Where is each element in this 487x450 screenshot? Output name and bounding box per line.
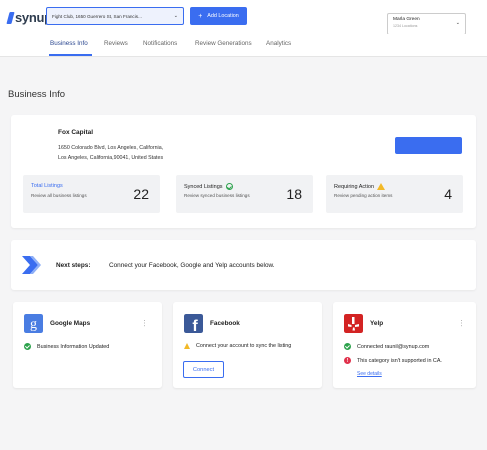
business-action-button[interactable] xyxy=(395,137,462,154)
warning-icon xyxy=(377,183,386,190)
more-options-icon[interactable]: ··· xyxy=(140,319,149,327)
tab-business-info[interactable]: Business Info xyxy=(50,40,88,47)
stat-value: 22 xyxy=(133,186,149,202)
source-name: Google Maps xyxy=(50,320,91,327)
stat-title: Synced Listings xyxy=(184,183,233,190)
stat-value: 4 xyxy=(444,186,452,202)
next-steps-arrow-icon xyxy=(22,256,41,274)
source-name: Facebook xyxy=(210,320,240,327)
connect-button[interactable]: Connect xyxy=(183,361,224,378)
see-details-link[interactable]: See details xyxy=(357,371,382,377)
status-row: Business Information Updated xyxy=(24,343,109,350)
business-name: Fox Capital xyxy=(58,129,94,136)
status-text: This category isn't supported in CA. xyxy=(357,357,442,364)
add-location-label: Add Location xyxy=(207,13,239,19)
status-row: Connect your account to sync the listing xyxy=(184,343,291,349)
add-location-button[interactable]: + Add Location xyxy=(190,7,247,25)
location-select-value: Fight Club, 1650 Guerrero St, San Franci… xyxy=(52,13,142,19)
status-text: Business Information Updated xyxy=(37,343,110,350)
yelp-card: Yelp ··· Connected raunil@synup.com ! Th… xyxy=(333,302,476,388)
stat-total-listings[interactable]: Total Listings Review all business listi… xyxy=(23,175,160,213)
address-line-1: 1650 Colorado Blvd, Los Angeles, Califor… xyxy=(58,145,164,151)
google-maps-card: g Google Maps ··· Business Information U… xyxy=(13,302,162,388)
user-name: Marla Green xyxy=(393,17,420,22)
status-row-error: ! This category isn't supported in CA. xyxy=(344,357,442,364)
success-icon xyxy=(344,343,351,350)
tab-reviews[interactable]: Reviews xyxy=(104,40,128,47)
chevron-down-icon: ⌄ xyxy=(173,13,178,19)
stat-description: Review synced business listings xyxy=(184,193,250,198)
page-title: Business Info xyxy=(8,89,66,100)
tab-analytics[interactable]: Analytics xyxy=(266,40,291,47)
stat-title: Total Listings xyxy=(31,183,63,189)
stat-requiring-action[interactable]: Requiring Action Review pending action i… xyxy=(326,175,463,213)
facebook-icon: f xyxy=(184,314,203,333)
more-options-icon[interactable]: ··· xyxy=(457,319,466,327)
address-line-2: Los Angeles, California,90041, United St… xyxy=(58,155,164,161)
google-icon: g xyxy=(24,314,43,333)
divider xyxy=(0,56,487,57)
svg-text:g: g xyxy=(30,317,37,332)
source-name: Yelp xyxy=(370,320,384,327)
business-card: Fox Capital 1650 Colorado Blvd, Los Ange… xyxy=(11,115,476,228)
svg-text:f: f xyxy=(192,318,198,333)
logo-mark-icon xyxy=(6,11,15,24)
business-address: 1650 Colorado Blvd, Los Angeles, Califor… xyxy=(58,143,163,163)
status-row-connected: Connected raunil@synup.com xyxy=(344,343,429,350)
user-subtitle: 1234 Locations xyxy=(393,24,418,28)
next-steps-label: Next steps: xyxy=(56,262,91,269)
stat-title: Requiring Action xyxy=(334,183,386,190)
yelp-icon xyxy=(344,314,363,333)
status-text: Connected raunil@synup.com xyxy=(357,343,430,350)
tab-notifications[interactable]: Notifications xyxy=(143,40,177,47)
check-circle-icon xyxy=(225,183,233,190)
facebook-card: f Facebook Connect your account to sync … xyxy=(173,302,322,388)
next-steps-card: Next steps: Connect your Facebook, Googl… xyxy=(11,240,476,290)
error-icon: ! xyxy=(344,357,351,364)
stat-description: Review pending action items xyxy=(334,193,393,198)
next-steps-text: Connect your Facebook, Google and Yelp a… xyxy=(109,262,275,269)
stat-description: Review all business listings xyxy=(31,193,87,198)
stat-value: 18 xyxy=(286,186,302,202)
success-icon xyxy=(24,343,31,350)
chevron-down-icon: ⌄ xyxy=(455,20,460,26)
plus-icon: + xyxy=(198,12,203,20)
stat-title-text: Requiring Action xyxy=(334,183,375,190)
stat-title-text: Synced Listings xyxy=(184,183,223,190)
tab-bar: Business Info Reviews Notifications Revi… xyxy=(0,34,487,56)
user-menu[interactable]: Marla Green 1234 Locations ⌄ xyxy=(387,13,466,35)
tab-review-generations[interactable]: Review Generations xyxy=(195,40,252,47)
warning-icon xyxy=(184,343,190,349)
stat-synced-listings[interactable]: Synced Listings Review synced business l… xyxy=(176,175,313,213)
status-text: Connect your account to sync the listing xyxy=(196,343,292,349)
top-bar: synup Fight Club, 1650 Guerrero St, San … xyxy=(0,0,487,35)
location-select[interactable]: Fight Club, 1650 Guerrero St, San Franci… xyxy=(46,7,184,25)
